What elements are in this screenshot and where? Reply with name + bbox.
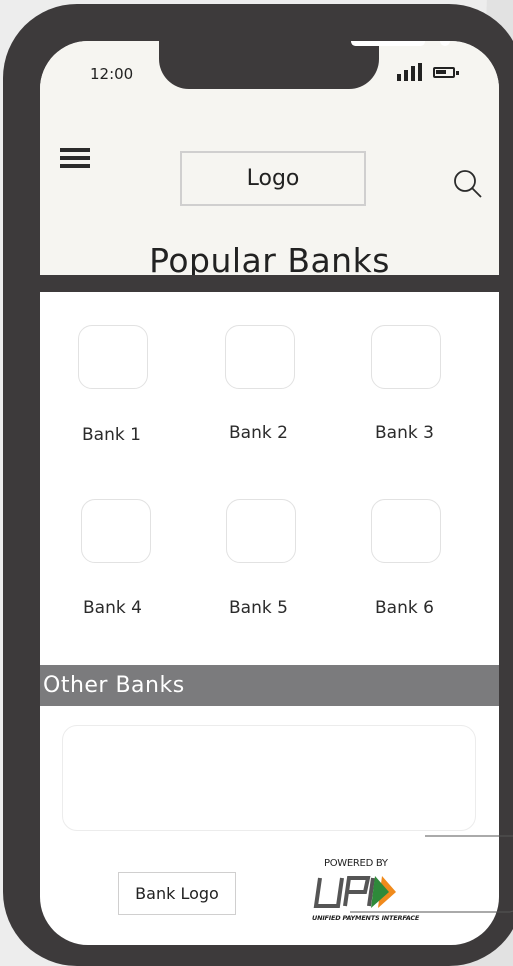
status-time: 12:00 (90, 65, 134, 83)
speaker-grille (351, 41, 425, 46)
callout-lines (350, 835, 513, 913)
bank-icon-tile[interactable] (78, 325, 148, 389)
bank-icon-tile[interactable] (81, 499, 151, 563)
bank-icon-tile[interactable] (225, 325, 295, 389)
app-header: Logo Popular Banks (40, 91, 499, 280)
bank-label[interactable]: Bank 2 (229, 423, 288, 443)
phone-notch (159, 41, 450, 89)
hamburger-menu-icon[interactable] (60, 148, 90, 168)
other-banks-heading: Other Banks (40, 665, 499, 706)
phone-screen: 12:00 Logo Popular Banks Bank 1 Bank 2 B… (40, 41, 499, 945)
bank-logo: Bank Logo (118, 872, 236, 915)
bank-label[interactable]: Bank 6 (375, 598, 434, 618)
signal-icon (397, 63, 422, 81)
other-banks-select[interactable] (62, 725, 476, 831)
bank-icon-tile[interactable] (226, 499, 296, 563)
bank-label[interactable]: Bank 4 (83, 598, 142, 618)
bank-label[interactable]: Bank 5 (229, 598, 288, 618)
header-divider (40, 275, 499, 292)
battery-icon (433, 67, 459, 78)
bank-icon-tile[interactable] (371, 499, 441, 563)
app-logo: Logo (180, 151, 366, 206)
bank-icon-tile[interactable] (371, 325, 441, 389)
search-icon[interactable] (453, 169, 483, 199)
bank-label[interactable]: Bank 1 (82, 425, 141, 445)
bank-label[interactable]: Bank 3 (375, 423, 434, 443)
